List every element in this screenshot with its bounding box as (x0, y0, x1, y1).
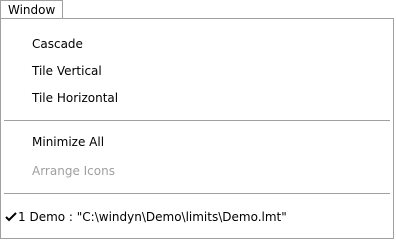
menu-item-minimize-all[interactable]: Minimize All (1, 131, 393, 153)
menu-bar: Window (0, 0, 394, 19)
menu-item-cascade[interactable]: Cascade (1, 33, 393, 55)
menu-separator (4, 193, 390, 194)
menu-window[interactable]: Window (0, 0, 64, 19)
window-menu-dropdown: Cascade Tile Vertical Tile Horizontal Mi… (0, 18, 394, 239)
menu-item-tile-horizontal[interactable]: Tile Horizontal (1, 87, 393, 109)
menu-item-arrange-icons: Arrange Icons (32, 164, 115, 178)
window-1-demo-label: 1 Demo : "C:\windyn\Demo\limits\Demo.lmt… (18, 210, 287, 224)
menu-item-window-1-demo[interactable]: 1 Demo : "C:\windyn\Demo\limits\Demo.lmt… (1, 206, 393, 228)
menu-item-tile-vertical[interactable]: Tile Vertical (1, 60, 393, 82)
check-mark-icon (5, 212, 17, 222)
menu-separator (4, 120, 390, 121)
